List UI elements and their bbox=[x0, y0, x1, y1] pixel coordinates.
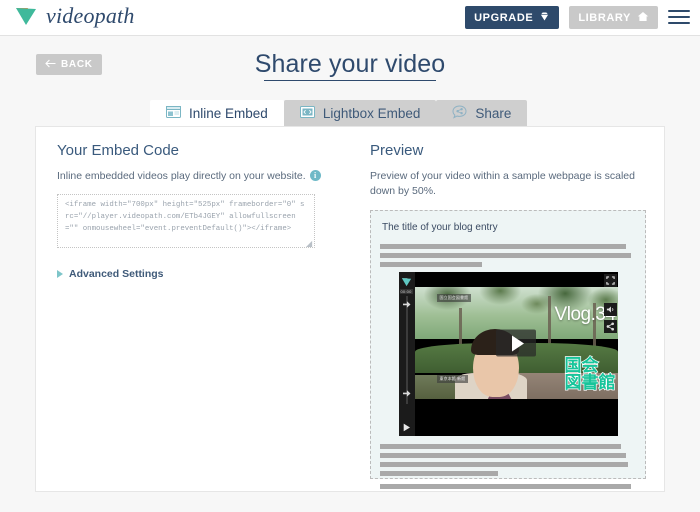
share-nodes-icon[interactable] bbox=[603, 320, 617, 334]
placeholder-bars-bottom bbox=[380, 444, 636, 490]
placeholder-bars-top bbox=[380, 244, 636, 268]
videopath-triangle-logo-icon bbox=[14, 3, 40, 29]
tab-lightbox-embed-label: Lightbox Embed bbox=[322, 106, 421, 121]
overlay-japanese-text: 国会 図書館 bbox=[564, 357, 616, 394]
home-icon bbox=[637, 11, 649, 25]
header-actions: UPGRADE LIBRARY bbox=[465, 6, 690, 29]
tab-bar: Inline Embed Lightbox Embed Share bbox=[150, 100, 528, 127]
overlay-jp-line-2: 図書館 bbox=[564, 373, 616, 394]
page-title: Share your video bbox=[254, 50, 446, 78]
tab-share-label: Share bbox=[475, 106, 512, 121]
resize-grip-icon[interactable]: ◢ bbox=[306, 240, 313, 248]
library-label: LIBRARY bbox=[578, 11, 631, 24]
play-button-overlay[interactable] bbox=[496, 329, 536, 357]
advanced-settings-toggle[interactable]: Advanced Settings bbox=[57, 268, 347, 280]
videopath-triangle-logo-icon bbox=[401, 275, 413, 287]
upgrade-label: UPGRADE bbox=[474, 11, 534, 24]
brand-name: videopath bbox=[46, 3, 135, 28]
preview-frame: The title of your blog entry 00:00 国立国会図… bbox=[370, 210, 646, 490]
triangle-right-icon bbox=[57, 270, 63, 279]
hotspot-label-2[interactable]: 東京本館 新館 bbox=[436, 375, 469, 384]
info-icon[interactable]: i bbox=[309, 170, 321, 181]
tab-inline-embed-label: Inline Embed bbox=[189, 106, 268, 121]
player-timeline-rail[interactable]: 00:00 bbox=[398, 272, 415, 437]
upgrade-button[interactable]: UPGRADE bbox=[465, 6, 560, 29]
tab-share[interactable]: Share bbox=[436, 100, 528, 127]
library-button[interactable]: LIBRARY bbox=[569, 6, 658, 29]
brand-logo[interactable]: videopath bbox=[14, 3, 135, 29]
app-root: videopath UPGRADE LIBRARY BACK Share you… bbox=[0, 0, 700, 512]
blog-entry-title: The title of your blog entry bbox=[382, 222, 498, 234]
volume-icon[interactable] bbox=[603, 303, 617, 317]
diamond-icon bbox=[539, 11, 550, 25]
inline-embed-icon bbox=[166, 106, 181, 121]
play-icon[interactable] bbox=[403, 423, 410, 432]
app-header: videopath UPGRADE LIBRARY bbox=[0, 0, 700, 36]
preview-section-description: Preview of your video within a sample we… bbox=[370, 169, 646, 199]
preview-section-title: Preview bbox=[370, 142, 424, 159]
preview-section: Preview Preview of your video within a s… bbox=[370, 142, 646, 490]
lightbox-embed-icon bbox=[299, 106, 315, 121]
tab-lightbox-embed[interactable]: Lightbox Embed bbox=[283, 100, 437, 127]
preview-description-text: Preview of your video within a sample we… bbox=[370, 170, 635, 198]
advanced-settings-label: Advanced Settings bbox=[69, 268, 164, 281]
embed-section-title: Your Embed Code bbox=[57, 142, 180, 159]
fullscreen-icon[interactable] bbox=[603, 274, 617, 288]
embed-section-description: Inline embedded videos play directly on … bbox=[57, 169, 347, 184]
page-title-underline bbox=[264, 80, 436, 81]
content-card: Your Embed Code Inline embedded videos p… bbox=[35, 126, 665, 492]
embed-description-text: Inline embedded videos play directly on … bbox=[57, 170, 306, 182]
embed-code-text: <iframe width="700px" height="525px" fra… bbox=[65, 201, 305, 234]
embed-code-textarea[interactable]: <iframe width="700px" height="525px" fra… bbox=[57, 194, 315, 249]
video-thumbnail: 国立国会図書館 東京本館 新館 Vlog.34 国会 図書館 bbox=[414, 287, 618, 400]
embed-code-section: Your Embed Code Inline embedded videos p… bbox=[57, 142, 347, 280]
tab-inline-embed[interactable]: Inline Embed bbox=[150, 100, 284, 127]
share-bubble-icon bbox=[452, 105, 467, 122]
player-timecode: 00:00 bbox=[399, 289, 413, 295]
hotspot-label-1[interactable]: 国立国会図書館 bbox=[436, 294, 472, 303]
video-player[interactable]: 00:00 国立国会図書館 東京本館 新館 Vlog.34 国会 図書館 bbox=[398, 272, 618, 437]
player-progress-track[interactable] bbox=[405, 296, 408, 405]
hamburger-menu-icon[interactable] bbox=[668, 9, 690, 27]
